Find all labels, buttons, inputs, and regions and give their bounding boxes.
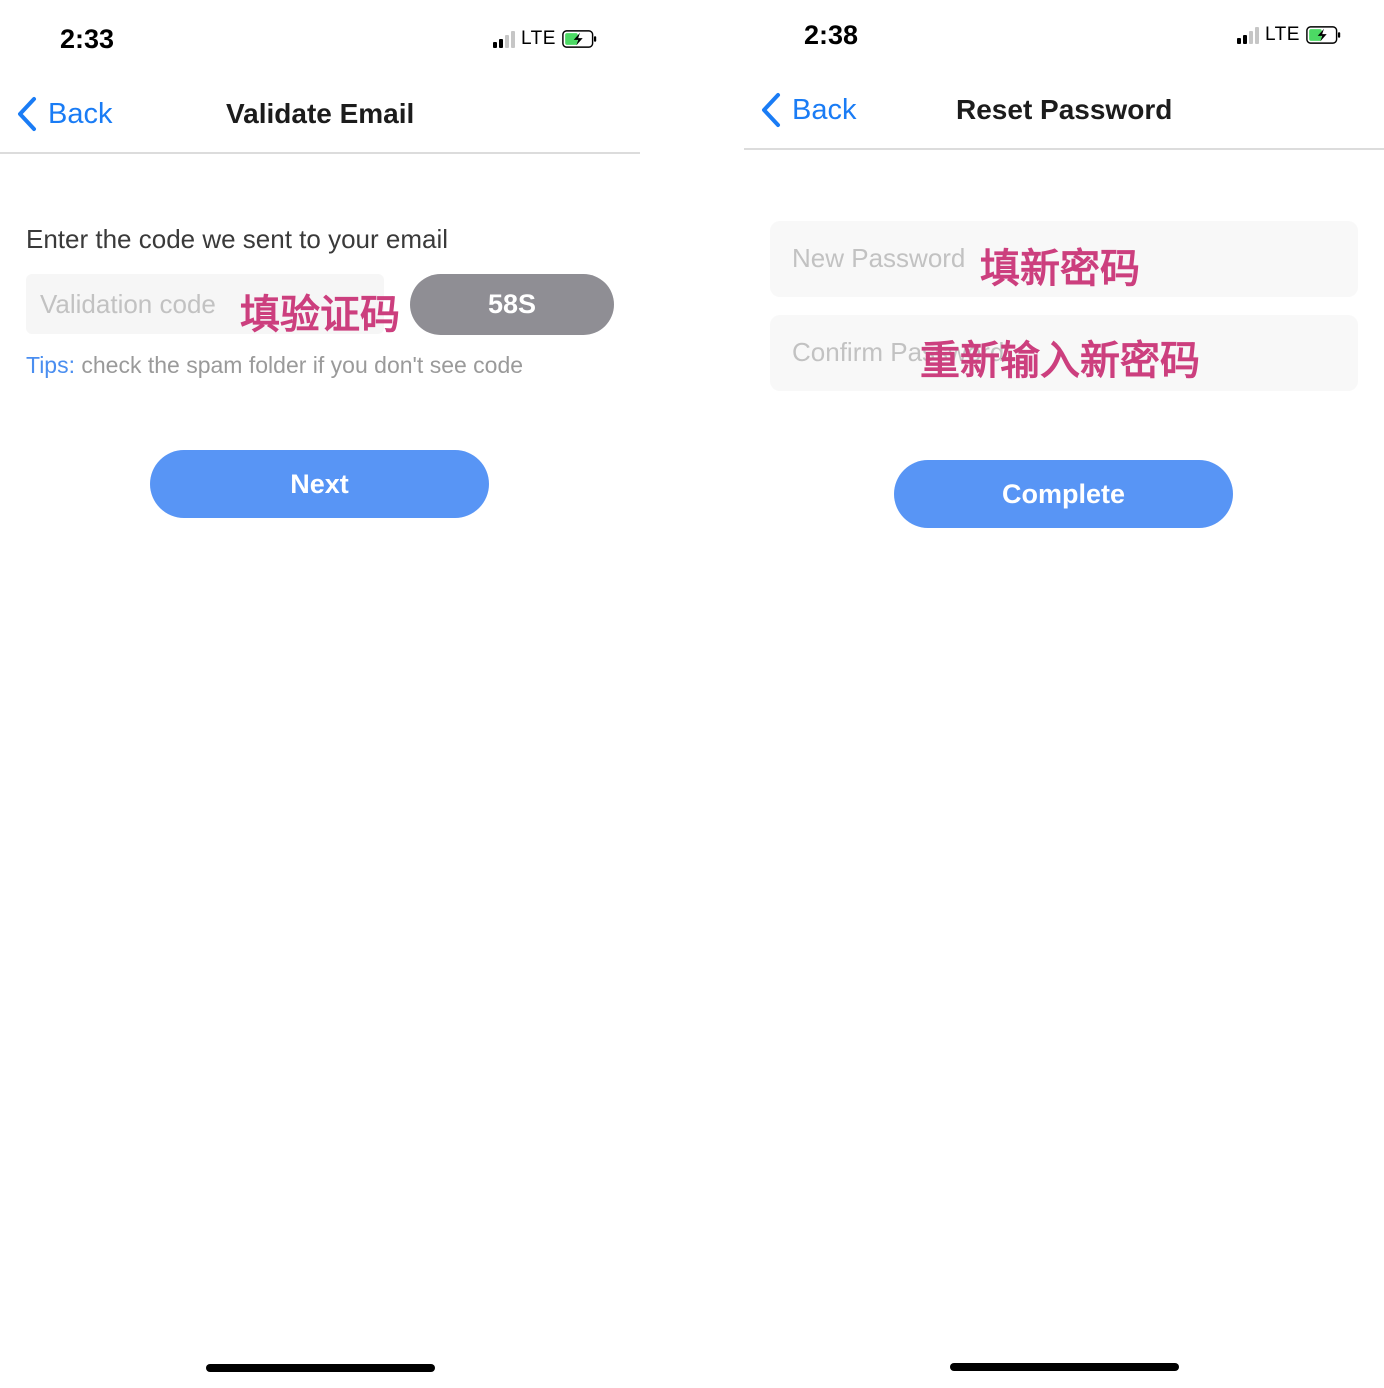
instruction-text: Enter the code we sent to your email (26, 224, 449, 254)
resend-countdown-button[interactable]: 58S (410, 274, 614, 335)
tips-body: check the spam folder if you don't see c… (75, 352, 524, 378)
fill-code-annotation: 填验证码 (240, 292, 400, 338)
network-type: LTE (1265, 24, 1300, 45)
cellular-signal-icon (493, 30, 515, 48)
battery-charging-icon (1306, 26, 1341, 44)
complete-button[interactable]: Complete (894, 460, 1233, 528)
tips-text: Tips: check the spam folder if you don't… (26, 352, 523, 379)
new-password-placeholder: New Password (792, 243, 966, 273)
battery-charging-icon (562, 30, 597, 48)
next-button[interactable]: Next (150, 450, 489, 518)
status-indicators: LTE (1237, 23, 1342, 47)
page-title: Validate Email (226, 98, 415, 129)
reset-password-screen: 2:38 LTE Back Reset Password New Passwor… (744, 0, 1384, 1388)
home-indicator[interactable] (206, 1364, 435, 1372)
home-indicator[interactable] (950, 1363, 1179, 1371)
new-password-annotation: 填新密码 (980, 246, 1140, 292)
back-button[interactable]: Back (760, 92, 856, 128)
back-label: Back (48, 97, 113, 130)
confirm-password-annotation: 重新输入新密码 (920, 338, 1200, 384)
status-indicators: LTE (493, 27, 598, 51)
tips-label: Tips: (26, 352, 75, 378)
status-time: 2:33 (60, 24, 115, 54)
validation-code-placeholder: Validation code (40, 289, 216, 319)
chevron-left-icon (18, 97, 36, 131)
validate-email-screen: 2:33 LTE Back Validate Email Enter the c… (0, 0, 640, 1388)
nav-divider (744, 148, 1384, 150)
chevron-left-icon (762, 93, 780, 127)
nav-divider (0, 152, 640, 154)
network-type: LTE (521, 28, 556, 49)
back-button[interactable]: Back (16, 96, 112, 132)
page-title: Reset Password (956, 94, 1173, 125)
cellular-signal-icon (1237, 26, 1259, 44)
status-time: 2:38 (804, 20, 859, 50)
back-label: Back (792, 93, 857, 126)
